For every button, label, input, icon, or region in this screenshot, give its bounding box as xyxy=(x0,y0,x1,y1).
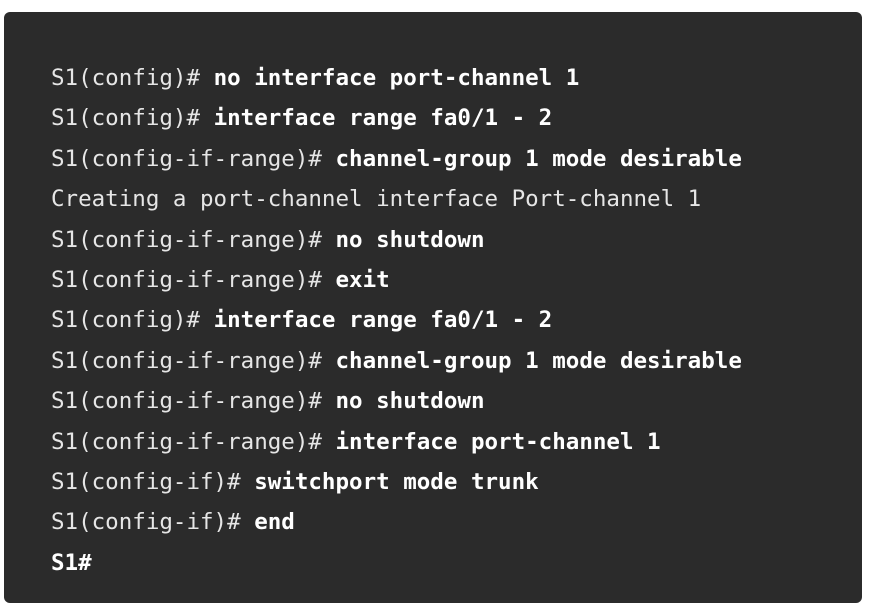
cli-prompt: S1(config-if)# xyxy=(51,509,255,536)
cli-prompt: S1(config)# xyxy=(51,307,214,334)
terminal-line: S1(config-if)# end xyxy=(51,502,862,542)
cli-command: interface port-channel 1 xyxy=(335,428,661,455)
cli-command: channel-group 1 mode desirable xyxy=(335,347,742,374)
cli-prompt: S1(config-if-range)# xyxy=(51,145,336,172)
terminal-line: S1(config)# interface range fa0/1 - 2 xyxy=(51,300,862,340)
cli-prompt: S1(config-if)# xyxy=(51,468,255,495)
cli-output: Creating a port-channel interface Port-c… xyxy=(51,186,702,213)
cli-prompt: S1(config-if-range)# xyxy=(51,388,336,415)
cli-prompt: S1(config-if-range)# xyxy=(51,266,336,293)
cli-prompt: S1(config-if-range)# xyxy=(51,347,336,374)
cli-prompt: S1# xyxy=(51,549,92,576)
terminal-line: S1(config)# interface range fa0/1 - 2 xyxy=(51,98,862,138)
cli-prompt: S1(config-if-range)# xyxy=(51,428,336,455)
cli-command: end xyxy=(254,509,295,536)
cli-command: interface range fa0/1 - 2 xyxy=(213,307,553,334)
terminal-line: S1(config-if-range)# exit xyxy=(51,260,862,300)
terminal-line: S1# xyxy=(51,543,862,583)
terminal-window: S1(config)# no interface port-channel 1 … xyxy=(4,12,862,603)
terminal-line: S1(config-if-range)# channel-group 1 mod… xyxy=(51,139,862,179)
cli-command: exit xyxy=(335,266,390,293)
cli-command: no shutdown xyxy=(335,226,485,253)
terminal-line: S1(config-if)# switchport mode trunk xyxy=(51,462,862,502)
terminal-line: S1(config-if-range)# channel-group 1 mod… xyxy=(51,341,862,381)
terminal-line: S1(config-if-range)# no shutdown xyxy=(51,381,862,421)
cli-command: channel-group 1 mode desirable xyxy=(335,145,742,172)
terminal-line: Creating a port-channel interface Port-c… xyxy=(51,179,862,219)
terminal-line: S1(config-if-range)# no shutdown xyxy=(51,220,862,260)
cli-command: no interface port-channel 1 xyxy=(213,65,580,91)
cli-prompt: S1(config-if-range)# xyxy=(51,226,336,253)
cli-command: switchport mode trunk xyxy=(254,468,539,495)
cli-command: interface range fa0/1 - 2 xyxy=(213,105,553,132)
terminal-line: S1(config-if-range)# interface port-chan… xyxy=(51,422,862,462)
cli-command: no shutdown xyxy=(335,388,485,415)
cli-prompt: S1(config)# xyxy=(51,105,214,132)
terminal-line: S1(config)# no interface port-channel 1 xyxy=(51,58,862,98)
cli-prompt: S1(config)# xyxy=(51,65,214,91)
